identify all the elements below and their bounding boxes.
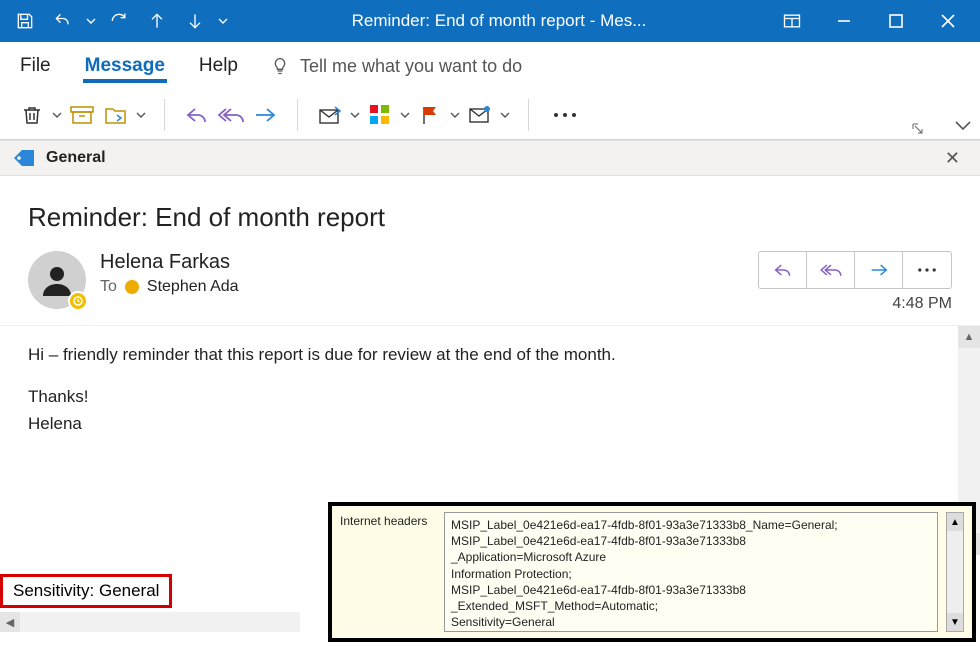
body-line: Hi – friendly reminder that this report … (28, 342, 940, 368)
undo-caret[interactable] (82, 16, 100, 26)
ribbon-sep-1 (164, 99, 165, 131)
hdr-reply-button[interactable] (759, 252, 807, 288)
scroll-left-icon[interactable]: ◀ (0, 612, 20, 632)
internet-headers-label: Internet headers (340, 512, 436, 632)
tab-help[interactable]: Help (197, 49, 240, 83)
tell-me-placeholder: Tell me what you want to do (300, 56, 522, 77)
minimize-button[interactable] (818, 0, 870, 42)
hdr-forward-button[interactable] (855, 252, 903, 288)
presence-badge (68, 291, 88, 311)
title-bar: Reminder: End of month report - Mes... (0, 0, 980, 42)
flag-caret[interactable] (448, 99, 462, 131)
ribbon-sep-3 (528, 99, 529, 131)
delete-caret[interactable] (50, 99, 64, 131)
message-pane: Reminder: End of month report Helena Far… (0, 176, 980, 325)
message-subject: Reminder: End of month report (28, 202, 952, 233)
sensitivity-close-button[interactable]: ✕ (937, 144, 968, 173)
sensitivity-footer-highlight: Sensitivity: General (0, 574, 172, 608)
hdr-reply-all-button[interactable] (807, 252, 855, 288)
close-button[interactable] (922, 0, 974, 42)
headers-scroll-down[interactable]: ▼ (947, 613, 963, 631)
window-title: Reminder: End of month report - Mes... (232, 11, 766, 31)
to-line: To Stephen Ada (100, 278, 744, 296)
to-label: To (100, 278, 117, 296)
recipient-presence-icon (125, 280, 139, 294)
headers-scroll-up[interactable]: ▲ (947, 513, 963, 531)
mark-unread-icon[interactable] (464, 99, 496, 131)
move-icon[interactable] (100, 99, 132, 131)
ribbon-sep-2 (297, 99, 298, 131)
scroll-up-icon[interactable]: ▲ (958, 326, 980, 348)
menu-bar: File Message Help Tell me what you want … (0, 42, 980, 90)
popout-icon[interactable] (766, 0, 818, 42)
avatar[interactable] (28, 251, 86, 309)
sender-name: Helena Farkas (100, 251, 744, 274)
message-body: Hi – friendly reminder that this report … (0, 326, 980, 461)
flag-icon[interactable] (414, 99, 446, 131)
maximize-button[interactable] (870, 0, 922, 42)
apps-caret[interactable] (398, 99, 412, 131)
header-actions (758, 251, 952, 289)
tag-icon (12, 148, 36, 168)
archive-icon[interactable] (66, 99, 98, 131)
reply-icon[interactable] (181, 99, 213, 131)
move-caret[interactable] (134, 99, 148, 131)
next-item-icon[interactable] (176, 0, 214, 42)
reply-all-icon[interactable] (215, 99, 247, 131)
dialog-launcher-icon[interactable] (912, 122, 926, 136)
tab-file[interactable]: File (18, 49, 53, 83)
undo-icon[interactable] (44, 0, 82, 42)
internet-headers-text[interactable]: MSIP_Label_0e421e6d-ea17-4fdb-8f01-93a3e… (444, 512, 938, 632)
more-commands-icon[interactable] (545, 99, 585, 131)
body-thanks: Thanks! (28, 384, 940, 410)
bulb-icon (270, 56, 290, 76)
headers-scrollbar[interactable]: ▲ ▼ (946, 512, 964, 632)
qat-customize-caret[interactable] (214, 16, 232, 26)
body-signature: Helena (28, 411, 940, 437)
share-caret[interactable] (348, 99, 362, 131)
collapse-ribbon-icon[interactable] (954, 118, 972, 137)
apps-icon[interactable] (364, 99, 396, 131)
redo-icon[interactable] (100, 0, 138, 42)
tell-me-search[interactable]: Tell me what you want to do (270, 56, 522, 77)
share-icon[interactable] (314, 99, 346, 131)
save-icon[interactable] (6, 0, 44, 42)
forward-icon[interactable] (249, 99, 281, 131)
prev-item-icon[interactable] (138, 0, 176, 42)
internet-headers-pane: Internet headers MSIP_Label_0e421e6d-ea1… (328, 502, 976, 642)
delete-icon[interactable] (16, 99, 48, 131)
hdr-more-button[interactable] (903, 252, 951, 288)
sensitivity-label: General (46, 149, 106, 167)
tab-message[interactable]: Message (83, 49, 167, 83)
sensitivity-bar: General ✕ (0, 140, 980, 176)
person-icon (39, 262, 75, 298)
ribbon (0, 90, 980, 140)
mark-caret[interactable] (498, 99, 512, 131)
horizontal-scrollbar[interactable]: ◀ (0, 612, 300, 632)
recipient-name: Stephen Ada (147, 278, 239, 296)
message-time: 4:48 PM (758, 295, 952, 313)
message-header: Helena Farkas To Stephen Ada 4:48 PM (28, 251, 952, 313)
headers-scroll-track[interactable] (947, 531, 963, 613)
